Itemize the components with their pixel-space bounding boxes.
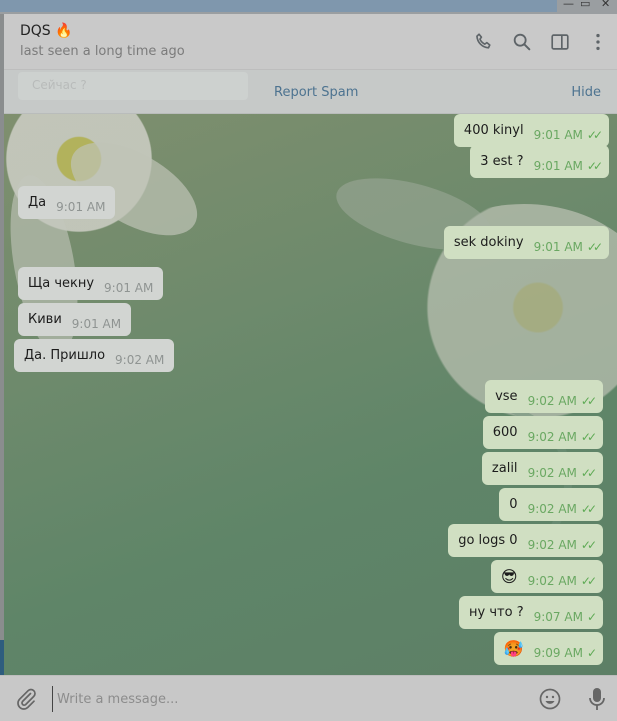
message-time: 9:07 AM — [533, 609, 583, 624]
message-time: 9:09 AM — [533, 645, 583, 660]
window-titlebar: — ▭ ✕ — [0, 0, 617, 14]
outgoing-message[interactable]: 600 9:02 AM ✓✓ — [482, 416, 603, 449]
outgoing-message[interactable]: 400 kinyl 9:01 AM ✓✓ — [453, 114, 609, 147]
message-text: vse — [495, 389, 518, 404]
message-text: 3 est ? — [480, 154, 524, 169]
microphone-icon[interactable] — [586, 686, 608, 712]
message-time: 9:02 AM — [527, 465, 577, 480]
message-input[interactable] — [52, 686, 512, 712]
message-text: 😎 — [500, 567, 518, 586]
outgoing-message[interactable]: 🥵 9:09 AM ✓ — [493, 632, 603, 665]
message-text: 600 — [492, 425, 518, 440]
message-text: Ща чекну — [28, 276, 95, 291]
spam-bar: Сейчас ? Report Spam Hide — [4, 70, 617, 114]
message-time: 9:01 AM — [104, 280, 154, 295]
chat-header: DQS 🔥 last seen a long time ago — [4, 14, 617, 70]
message-text: Да. Пришло — [24, 348, 106, 363]
contact-name[interactable]: DQS 🔥 — [20, 23, 73, 39]
smile-icon[interactable] — [538, 687, 562, 711]
message-text: zalil — [491, 461, 518, 476]
message-time: 9:01 AM — [533, 127, 583, 142]
outgoing-message[interactable]: vse 9:02 AM ✓✓ — [485, 380, 603, 413]
double-check-icon: ✓✓ — [580, 429, 597, 444]
sidebar-icon[interactable] — [549, 31, 571, 53]
titlebar-accent — [0, 0, 557, 12]
double-check-icon: ✓✓ — [586, 158, 603, 173]
minimize-icon[interactable]: — — [563, 0, 574, 10]
maximize-icon[interactable]: ▭ — [580, 0, 590, 10]
message-text: 400 kinyl — [463, 123, 524, 138]
message-time: 9:01 AM — [56, 199, 106, 214]
search-icon[interactable] — [511, 31, 533, 53]
outgoing-message[interactable]: zalil 9:02 AM ✓✓ — [481, 452, 603, 485]
outgoing-message[interactable]: ну что ? 9:07 AM ✓ — [459, 596, 603, 629]
outgoing-message[interactable]: 0 9:02 AM ✓✓ — [499, 488, 603, 521]
incoming-message[interactable]: Киви 9:01 AM — [18, 303, 132, 336]
message-time: 9:02 AM — [527, 429, 577, 444]
message-text: 0 — [509, 497, 518, 512]
message-list[interactable]: 400 kinyl 9:01 AM ✓✓ 3 est ? 9:01 AM ✓✓ Да 9:01… — [4, 114, 617, 675]
double-check-icon: ✓✓ — [580, 465, 597, 480]
outgoing-message[interactable]: 3 est ? 9:01 AM ✓✓ — [470, 145, 609, 178]
report-spam-button[interactable]: Report Spam — [274, 85, 358, 100]
outgoing-message[interactable]: sek dokiny 9:01 AM ✓✓ — [443, 226, 609, 259]
close-icon[interactable]: ✕ — [601, 0, 610, 10]
composer — [0, 675, 617, 721]
incoming-message[interactable]: Да 9:01 AM — [18, 186, 116, 219]
message-time: 9:01 AM — [71, 316, 122, 331]
message-time: 9:02 AM — [527, 537, 577, 552]
incoming-message[interactable]: Ща чекну 9:01 AM — [18, 267, 164, 300]
message-text: go logs 0 — [458, 533, 518, 548]
pinned-preview: Сейчас ? — [18, 72, 248, 100]
double-check-icon: ✓✓ — [586, 239, 603, 254]
background-window-edge — [0, 640, 4, 675]
message-text: 🥵 — [503, 639, 524, 658]
hide-button[interactable]: Hide — [571, 85, 601, 100]
outgoing-message[interactable]: 😎 9:02 AM ✓✓ — [490, 560, 603, 593]
contact-status: last seen a long time ago — [20, 44, 185, 59]
check-icon: ✓ — [586, 645, 597, 660]
double-check-icon: ✓✓ — [586, 127, 603, 142]
double-check-icon: ✓✓ — [580, 573, 597, 588]
message-text: sek dokiny — [453, 235, 524, 250]
more-icon[interactable] — [587, 31, 609, 53]
paperclip-icon[interactable] — [14, 687, 38, 711]
phone-icon[interactable] — [473, 31, 495, 53]
outgoing-message[interactable]: go logs 0 9:02 AM ✓✓ — [448, 524, 603, 557]
message-time: 9:02 AM — [115, 352, 165, 367]
double-check-icon: ✓✓ — [580, 501, 597, 516]
double-check-icon: ✓✓ — [580, 537, 597, 552]
message-text: Да — [28, 195, 47, 210]
double-check-icon: ✓✓ — [580, 393, 597, 408]
message-text: Киви — [28, 312, 62, 327]
message-time: 9:02 AM — [527, 393, 577, 408]
message-time: 9:02 AM — [527, 573, 577, 588]
incoming-message[interactable]: Да. Пришло 9:02 AM — [14, 339, 175, 372]
check-icon: ✓ — [586, 609, 597, 624]
message-time: 9:02 AM — [527, 501, 577, 516]
message-time: 9:01 AM — [533, 158, 583, 173]
message-text: ну что ? — [469, 605, 524, 620]
message-time: 9:01 AM — [533, 239, 583, 254]
